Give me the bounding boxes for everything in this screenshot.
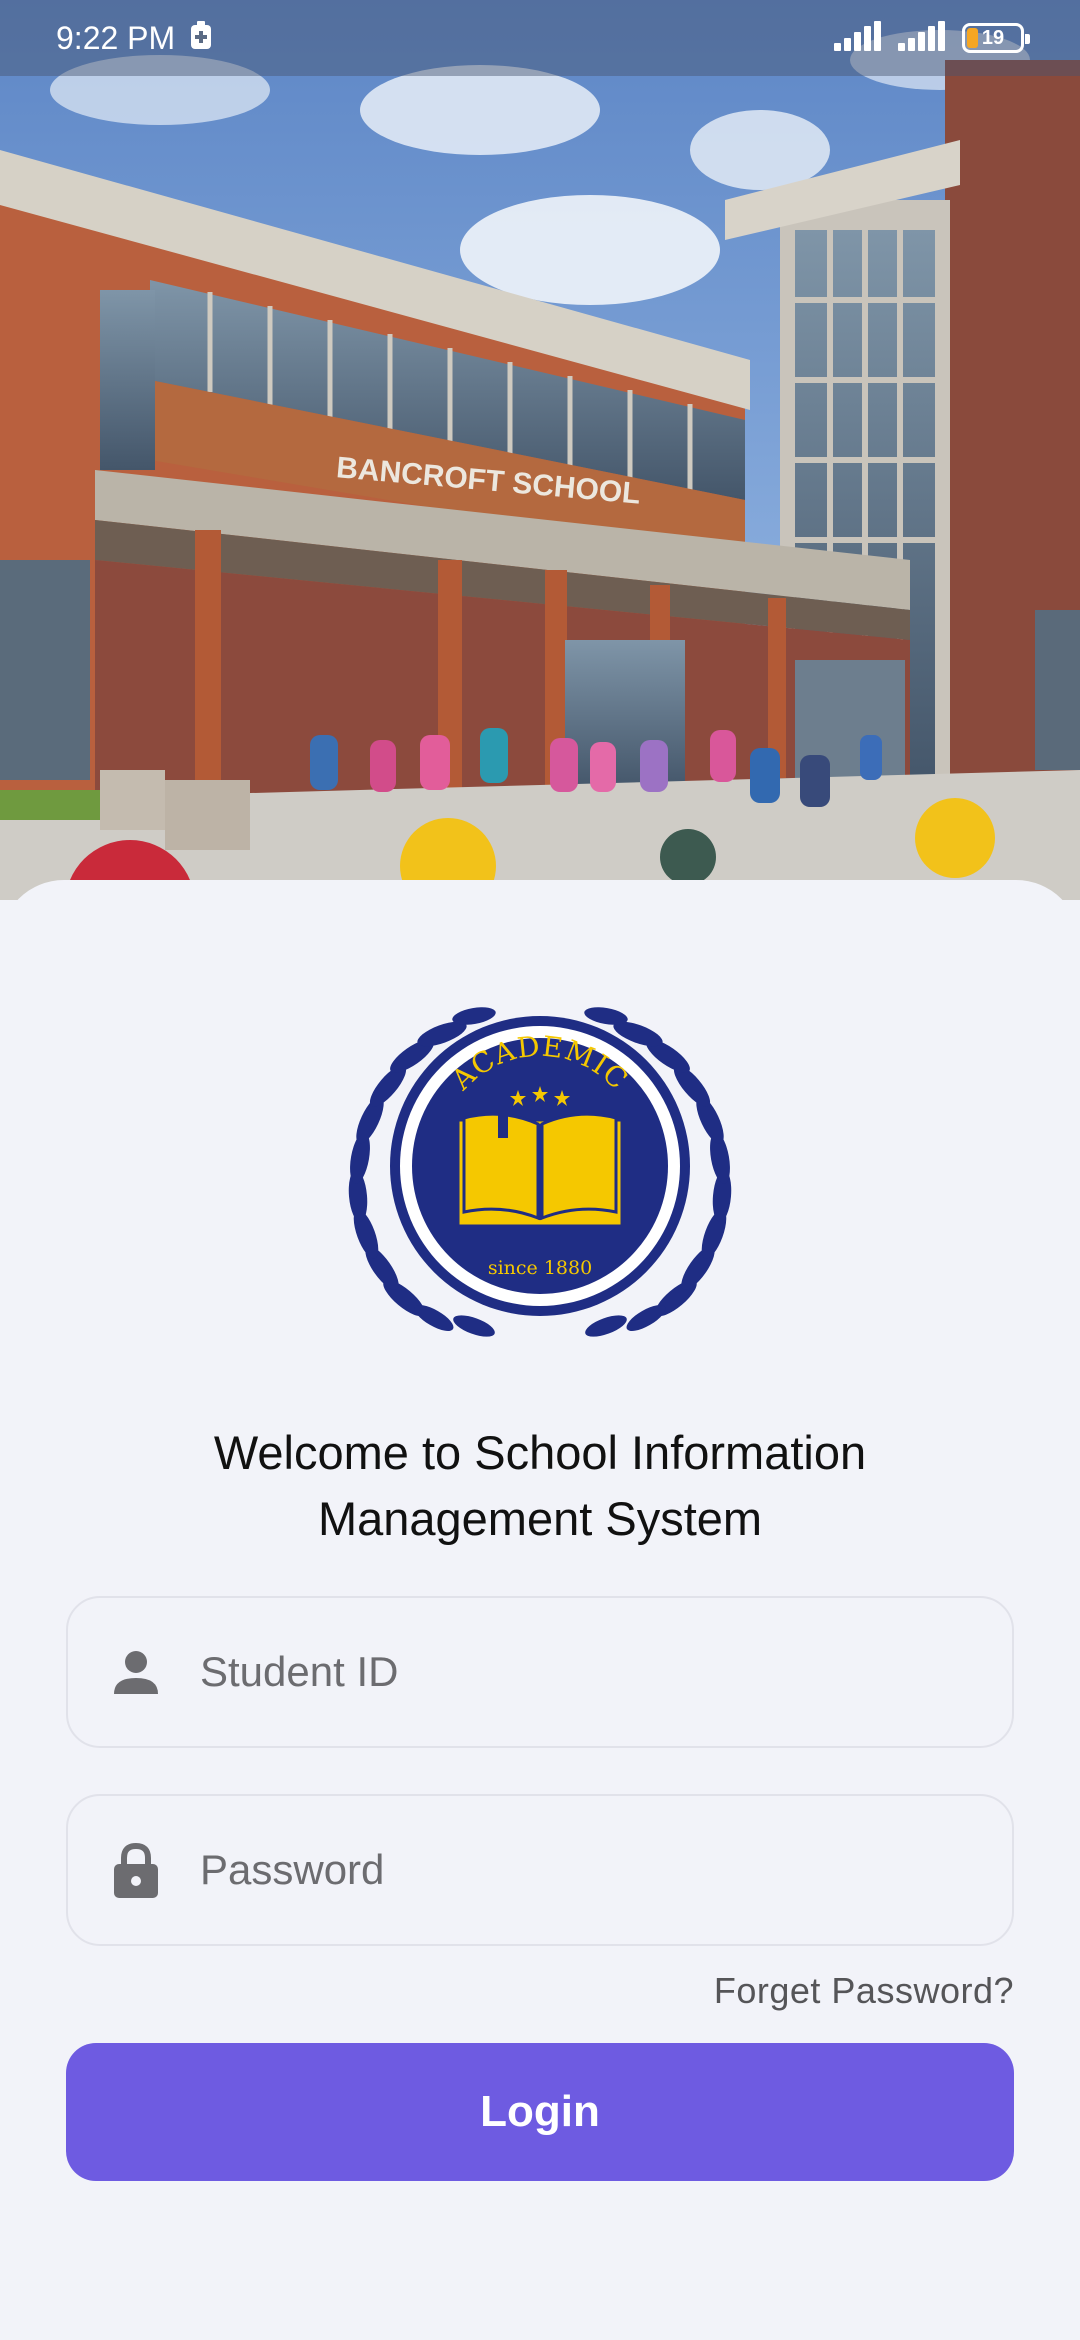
status-time: 9:22 PM	[56, 19, 176, 56]
battery-icon: 19	[962, 23, 1030, 53]
status-bar: 9:22 PM 19	[0, 0, 1080, 76]
battery-saver-icon	[189, 20, 213, 56]
signal-icon	[834, 20, 884, 56]
student-id-field[interactable]	[66, 1596, 1014, 1748]
lock-icon	[104, 1838, 168, 1902]
login-button[interactable]: Login	[66, 2043, 1014, 2181]
welcome-line-2: Management System	[317, 1492, 763, 1545]
signal-icon	[898, 20, 948, 56]
welcome-line-1: Welcome to School Information	[213, 1426, 867, 1479]
status-left: 9:22 PM	[56, 20, 213, 57]
login-screen: BANCROFT SCHOOL 9:22 PM 19 ACADEMIC sinc…	[0, 0, 1080, 2340]
login-card: ACADEMIC since 1880 Welcome to School In…	[0, 880, 1080, 2340]
battery-fill	[967, 28, 978, 48]
school-crest-logo: ACADEMIC since 1880	[348, 1007, 732, 1337]
forget-password-link[interactable]: Forget Password?	[714, 1970, 1014, 2012]
welcome-heading: Welcome to School Information Management…	[0, 1420, 1080, 1552]
password-input[interactable]	[200, 1796, 1012, 1944]
hero-school-photo: BANCROFT SCHOOL	[0, 0, 1080, 900]
status-right: 19	[834, 20, 1030, 56]
crest-since-text: since 1880	[488, 1257, 592, 1279]
battery-level: 19	[981, 26, 1005, 49]
student-id-input[interactable]	[200, 1598, 1012, 1746]
school-building-illustration: BANCROFT SCHOOL	[0, 0, 1080, 900]
person-icon	[104, 1640, 168, 1704]
password-field[interactable]	[66, 1794, 1014, 1946]
